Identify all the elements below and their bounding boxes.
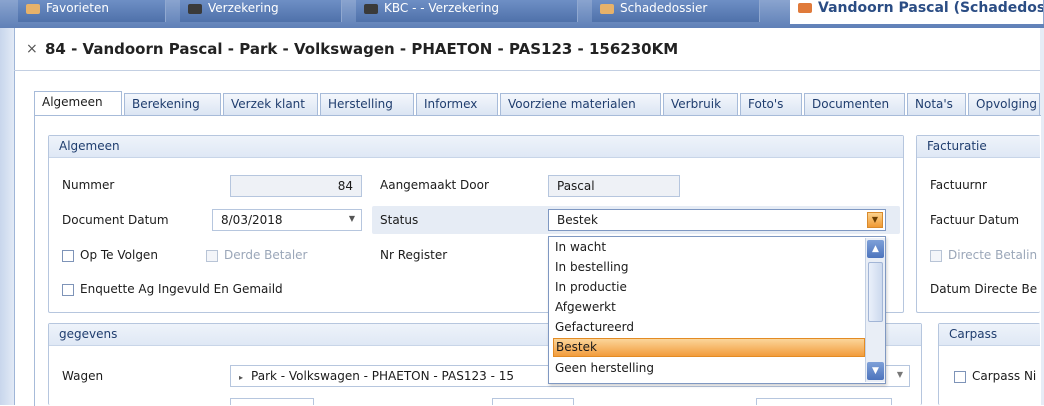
tab-fotos[interactable]: Foto's	[740, 93, 802, 115]
close-icon[interactable]: ×	[26, 41, 38, 57]
scroll-thumb[interactable]	[868, 262, 883, 322]
next-row-partial	[62, 398, 912, 405]
tab-algemeen[interactable]: Algemeen	[34, 91, 122, 116]
dropdown-option[interactable]: Gefactureerd	[553, 318, 865, 337]
people-icon	[364, 3, 378, 14]
window-tab-vandoorn-pascal[interactable]: Vandoorn Pascal (Schadedossier)	[790, 0, 1044, 24]
chevron-down-icon[interactable]: ▼	[897, 370, 903, 379]
nummer-field: 84	[230, 175, 362, 197]
people-icon	[188, 3, 202, 14]
group-header: Facturatie	[917, 136, 1040, 158]
dropdown-option[interactable]: In wacht	[553, 238, 865, 257]
aangemaakt-door-field: Pascal	[548, 175, 680, 197]
window-tab-schadedossier[interactable]: Schadedossier	[592, 0, 760, 22]
tab-voorziene-materialen[interactable]: Voorziene materialen	[500, 93, 661, 115]
checkbox-icon[interactable]	[954, 370, 966, 383]
datum-directe-label: Datum Directe Be	[930, 282, 1038, 296]
dropdown-option[interactable]: In productie	[553, 278, 865, 297]
document-title: 84 - Vandoorn Pascal - Park - Volkswagen…	[45, 40, 679, 58]
checkbox-icon	[206, 249, 218, 262]
dropdown-option[interactable]: In bestelling	[553, 258, 865, 277]
checkbox-icon[interactable]	[62, 283, 74, 296]
title-divider	[14, 70, 1040, 71]
document-datum-field[interactable]: 8/03/2018 ▼	[212, 209, 362, 231]
tab-documenten[interactable]: Documenten	[804, 93, 905, 115]
folder-icon	[600, 3, 614, 14]
tab-opvolging[interactable]: Opvolging	[968, 93, 1040, 115]
group-header: Carpass	[939, 324, 1040, 346]
group-header: Algemeen	[49, 136, 903, 158]
dropdown-scrollbar[interactable]: ▲ ▼	[865, 238, 885, 382]
aangemaakt-door-label: Aangemaakt Door	[380, 178, 489, 192]
enquette-checkbox[interactable]: Enquette Ag Ingevuld En Gemaild	[62, 282, 283, 296]
star-icon	[26, 3, 40, 14]
chevron-down-icon[interactable]: ▼	[867, 212, 883, 228]
carpass-checkbox[interactable]: Carpass Ni	[954, 369, 1040, 383]
tab-herstelling[interactable]: Herstelling	[320, 93, 414, 115]
tab-verbruik[interactable]: Verbruik	[663, 93, 738, 115]
tab-berekening[interactable]: Berekening	[124, 93, 221, 115]
dropdown-option-selected[interactable]: Bestek	[553, 338, 865, 357]
scroll-down-icon[interactable]: ▼	[867, 362, 884, 380]
window-tab-verzekering[interactable]: Verzekering	[180, 0, 342, 22]
status-label: Status	[380, 213, 419, 227]
partial-field	[230, 398, 314, 405]
directe-betaling-checkbox: Directe Betalin	[930, 248, 1040, 262]
status-select[interactable]: Bestek ▼	[548, 209, 886, 231]
factuur-datum-label: Factuur Datum	[930, 213, 1020, 227]
scroll-up-icon[interactable]: ▲	[867, 240, 884, 258]
expand-arrow-icon[interactable]: ▸	[239, 373, 243, 382]
wagen-label: Wagen	[62, 369, 104, 383]
partial-field	[492, 398, 574, 405]
op-te-volgen-checkbox[interactable]: Op Te Volgen	[62, 248, 158, 262]
window-tab-favorieten[interactable]: Favorieten	[18, 0, 166, 22]
tab-notas[interactable]: Nota's	[907, 93, 966, 115]
nummer-label: Nummer	[62, 178, 115, 192]
checkbox-icon	[930, 249, 942, 262]
dropdown-option[interactable]: Geen herstelling	[553, 359, 865, 378]
tab-verzek-klant[interactable]: Verzek klant	[223, 93, 318, 115]
document-datum-label: Document Datum	[62, 213, 169, 227]
factuurnr-label: Factuurnr	[930, 178, 987, 192]
status-dropdown-list[interactable]: In wacht In bestelling In productie Afge…	[548, 236, 886, 384]
document-icon	[798, 3, 812, 13]
carpass-group: Carpass	[938, 323, 1040, 405]
nr-register-label: Nr Register	[380, 248, 448, 262]
left-sidebar-strip	[0, 28, 15, 405]
derde-betaler-checkbox: Derde Betaler	[206, 248, 307, 262]
chevron-down-icon[interactable]: ▼	[349, 214, 355, 223]
dropdown-option[interactable]: Afgewerkt	[553, 298, 865, 317]
partial-field	[756, 398, 892, 405]
tab-informex[interactable]: Informex	[416, 93, 498, 115]
checkbox-icon[interactable]	[62, 249, 74, 262]
window-tab-kbc-verzekering[interactable]: KBC - - Verzekering	[356, 0, 578, 22]
